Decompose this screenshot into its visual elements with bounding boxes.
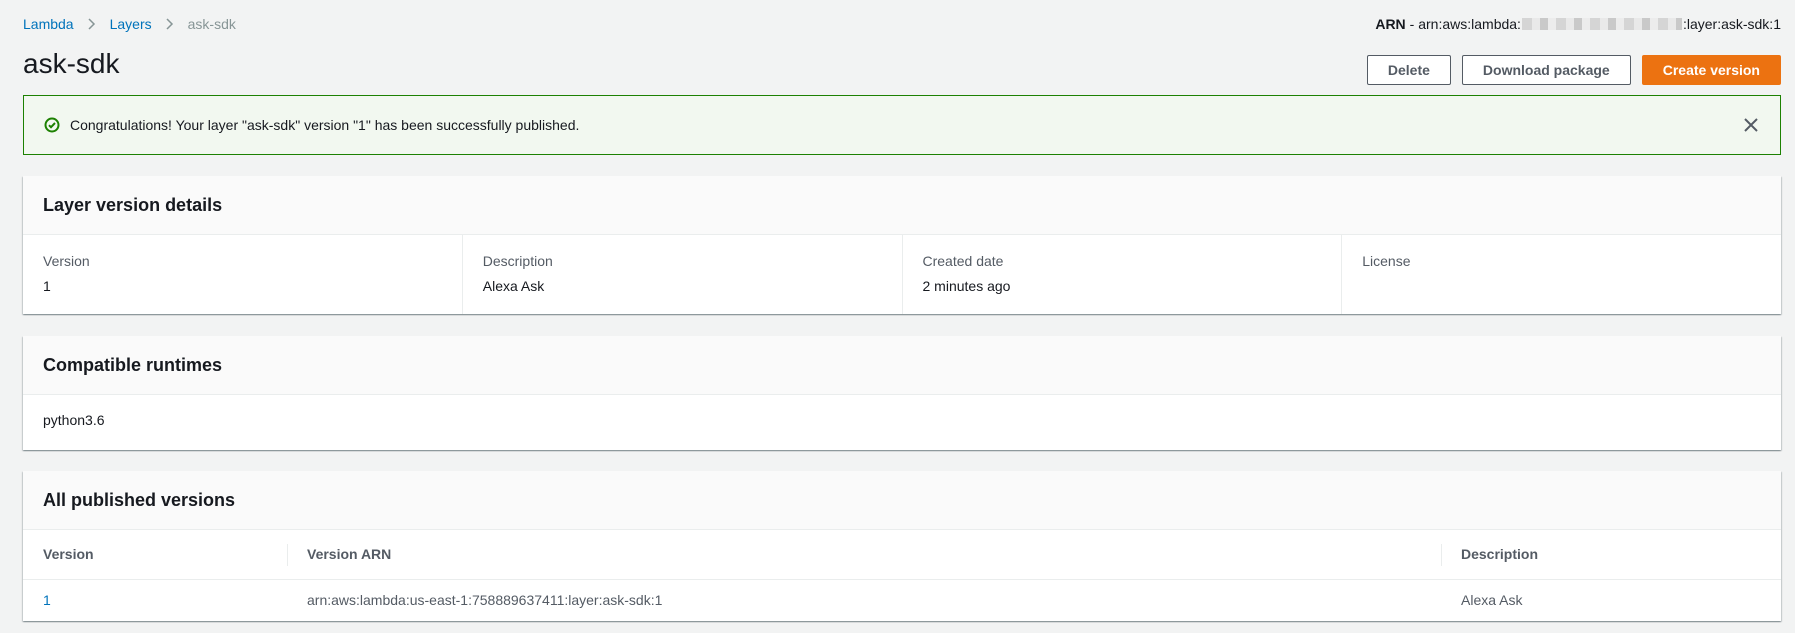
detail-license: License bbox=[1341, 235, 1781, 314]
detail-value: Alexa Ask bbox=[482, 278, 545, 294]
details-columns: Version 1 Description Alexa Ask Created … bbox=[23, 235, 1781, 314]
panel-title: All published versions bbox=[43, 489, 236, 510]
layer-arn: ARN - arn:aws:lambda: :layer:ask-sdk:1 bbox=[1375, 16, 1781, 32]
table-header-row: Version Version ARN Description bbox=[23, 530, 1781, 579]
detail-label: Version bbox=[43, 253, 90, 269]
close-icon[interactable] bbox=[1742, 116, 1760, 134]
panel-header: All published versions bbox=[23, 471, 1781, 530]
row-arn-cell: arn:aws:lambda:us-east-1:758889637411:la… bbox=[307, 592, 663, 609]
header-actions: Delete Download package Create version bbox=[1366, 55, 1781, 85]
arn-label: ARN bbox=[1375, 16, 1406, 32]
panel-title: Compatible runtimes bbox=[43, 354, 223, 375]
published-versions-panel: All published versions Version Version A… bbox=[23, 471, 1781, 621]
layer-version-details-panel: Layer version details Version 1 Descript… bbox=[23, 176, 1781, 314]
row-description-cell: Alexa Ask bbox=[1461, 592, 1523, 609]
create-version-button[interactable]: Create version bbox=[1641, 55, 1781, 85]
breadcrumb: Lambda Layers ask-sdk bbox=[23, 16, 236, 32]
column-header-version-arn[interactable]: Version ARN bbox=[287, 530, 1441, 579]
delete-button[interactable]: Delete bbox=[1366, 55, 1451, 85]
panel-header: Layer version details bbox=[23, 176, 1781, 235]
detail-description: Description Alexa Ask bbox=[461, 235, 902, 314]
version-link[interactable]: 1 bbox=[43, 592, 51, 608]
detail-created-date: Created date 2 minutes ago bbox=[901, 235, 1342, 314]
download-package-button[interactable]: Download package bbox=[1461, 55, 1631, 85]
detail-value: 1 bbox=[43, 278, 51, 294]
page-header: ask-sdk Delete Download package Create v… bbox=[23, 48, 1781, 88]
detail-label: Created date bbox=[922, 253, 1004, 269]
breadcrumb-layers[interactable]: Layers bbox=[110, 16, 152, 32]
arn-prefix: - arn:aws:lambda: bbox=[1409, 16, 1521, 32]
detail-version: Version 1 bbox=[23, 235, 462, 314]
row-version-cell: 1 bbox=[23, 579, 287, 621]
success-flash: Congratulations! Your layer "ask-sdk" ve… bbox=[23, 95, 1781, 155]
panel-header: Compatible runtimes bbox=[23, 336, 1781, 395]
column-header-version[interactable]: Version bbox=[23, 530, 287, 579]
check-circle-icon bbox=[44, 117, 60, 133]
versions-table: Version Version ARN Description 1 arn:aw… bbox=[23, 530, 1781, 621]
chevron-right-icon bbox=[166, 18, 174, 30]
runtime-value: python3.6 bbox=[43, 412, 105, 428]
breadcrumb-current: ask-sdk bbox=[187, 16, 236, 32]
arn-suffix: :layer:ask-sdk:1 bbox=[1682, 16, 1781, 32]
detail-value: 2 minutes ago bbox=[922, 278, 1011, 294]
page-title: ask-sdk bbox=[23, 48, 120, 79]
compatible-runtimes-panel: Compatible runtimes python3.6 bbox=[23, 336, 1781, 450]
detail-label: License bbox=[1362, 253, 1411, 269]
column-header-description[interactable]: Description bbox=[1441, 530, 1781, 579]
chevron-right-icon bbox=[88, 18, 96, 30]
panel-title: Layer version details bbox=[43, 194, 223, 215]
detail-label: Description bbox=[482, 253, 553, 269]
breadcrumb-lambda[interactable]: Lambda bbox=[23, 16, 74, 32]
table-row: 1 arn:aws:lambda:us-east-1:758889637411:… bbox=[23, 579, 1781, 621]
redacted-account-id bbox=[1521, 18, 1682, 30]
flash-message: Congratulations! Your layer "ask-sdk" ve… bbox=[70, 117, 580, 133]
top-bar: Lambda Layers ask-sdk ARN - arn:aws:lamb… bbox=[23, 14, 1781, 36]
